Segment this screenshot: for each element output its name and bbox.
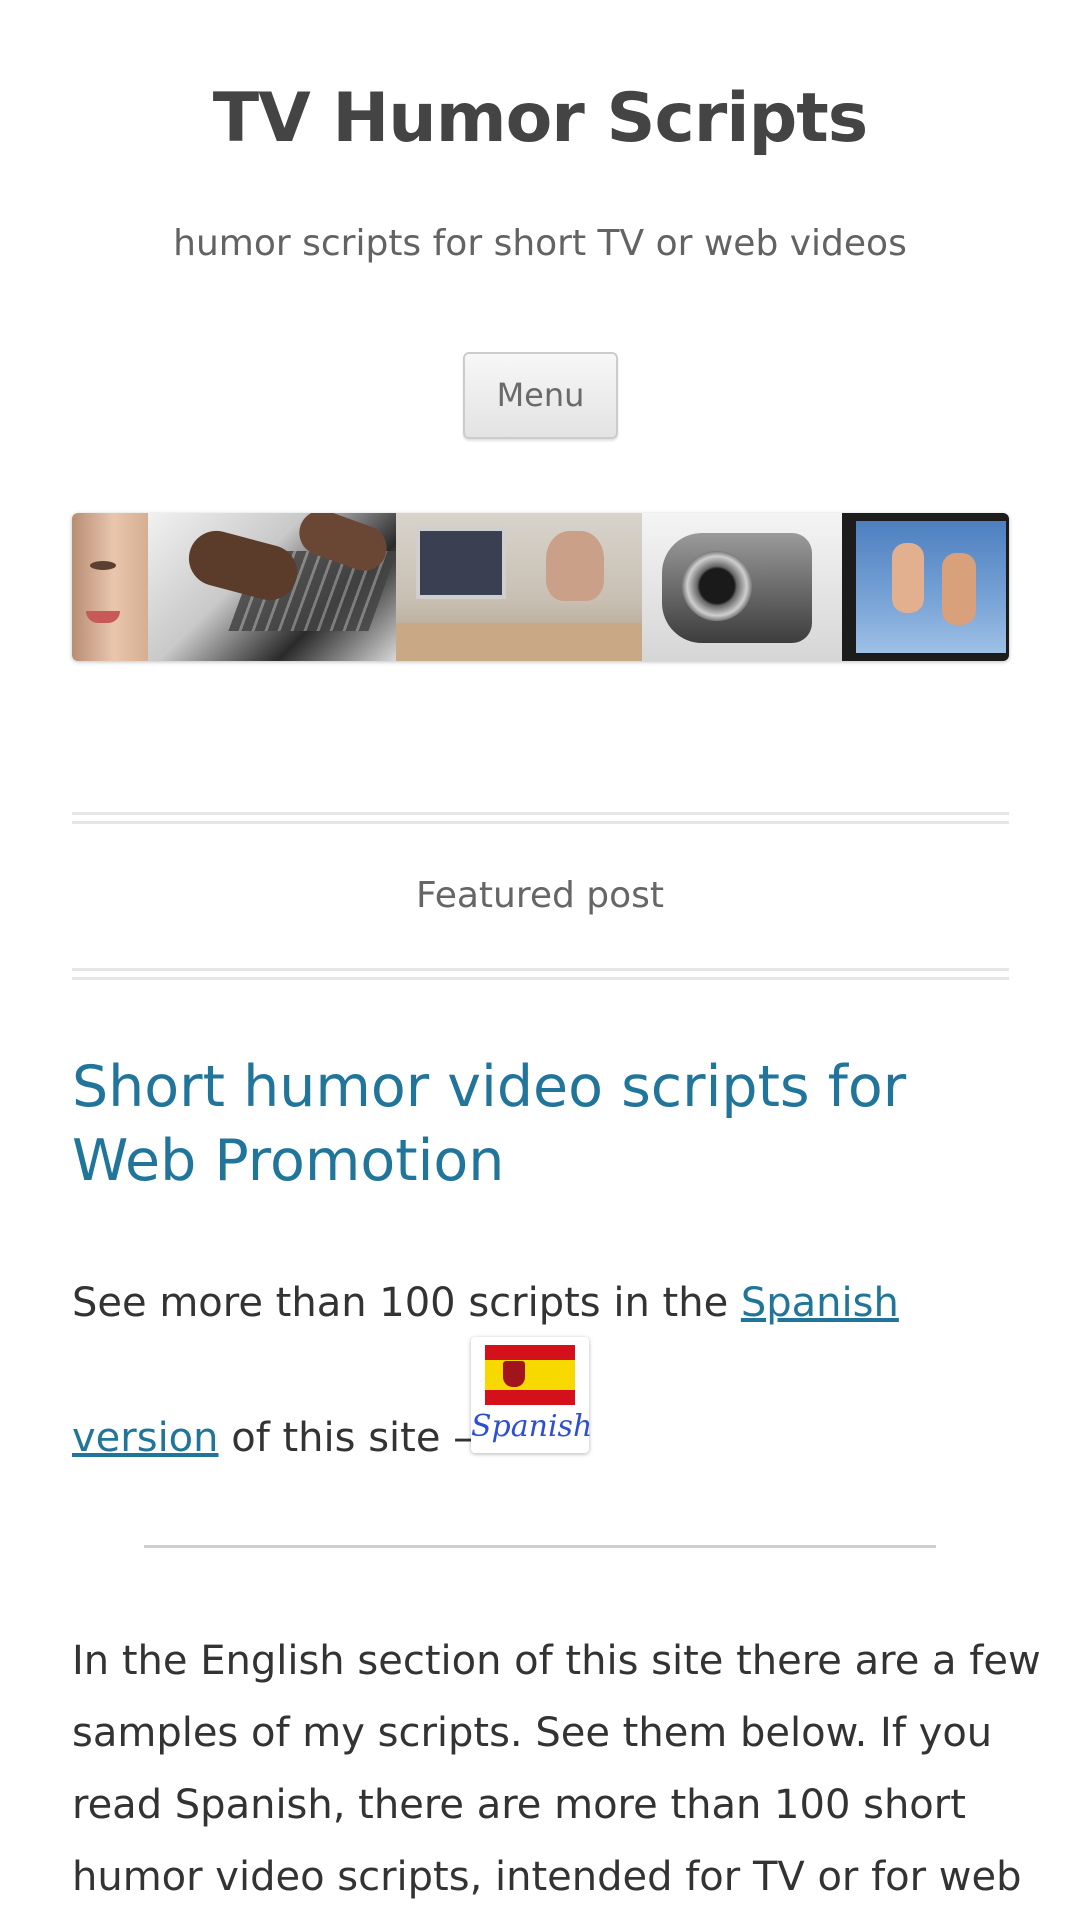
intro-text-after-link: of this site – — [218, 1415, 474, 1461]
post-body-line: In the English section of this site ther… — [72, 1638, 1041, 1684]
post-title-link[interactable]: Short humor video scripts for Web Promot… — [72, 1050, 1012, 1198]
spain-flag-icon[interactable]: Spanish — [471, 1337, 593, 1453]
site-tagline: humor scripts for short TV or web videos — [173, 223, 907, 264]
intro-text-before-link: See more than 100 scripts in the — [72, 1280, 741, 1326]
spanish-version-link-continued[interactable]: version — [72, 1415, 219, 1461]
banner-face-photo — [72, 513, 148, 661]
menu-button[interactable]: Menu — [463, 352, 618, 439]
content-separator — [144, 1545, 936, 1548]
banner-camcorder-photo — [642, 513, 842, 661]
flag-badge-label: Spanish — [471, 1409, 593, 1444]
page: TV Humor Scripts humor scripts for short… — [0, 0, 1080, 1920]
post-intro-line-1: See more than 100 scripts in the Spanish — [72, 1275, 1032, 1331]
banner-keyboard-photo — [148, 513, 396, 661]
spanish-version-link[interactable]: Spanish — [741, 1280, 899, 1326]
featured-divider-top — [72, 812, 1009, 824]
spain-flag-crest — [503, 1361, 525, 1387]
post-body-line: humor video scripts, intended for TV or … — [72, 1854, 1022, 1900]
post-body: In the English section of this site ther… — [72, 1625, 1041, 1913]
spain-flag-stripes — [485, 1345, 575, 1405]
featured-post-label: Featured post — [415, 875, 665, 916]
banner-video-editing-photo — [396, 513, 642, 661]
banner-camera-screen-photo — [842, 513, 1009, 661]
header-banner-image — [72, 513, 1009, 661]
featured-divider-bottom — [72, 968, 1009, 980]
post-body-line: read Spanish, there are more than 100 sh… — [72, 1782, 966, 1828]
site-title[interactable]: TV Humor Scripts — [0, 78, 1080, 160]
post-body-line: samples of my scripts. See them below. I… — [72, 1710, 993, 1756]
